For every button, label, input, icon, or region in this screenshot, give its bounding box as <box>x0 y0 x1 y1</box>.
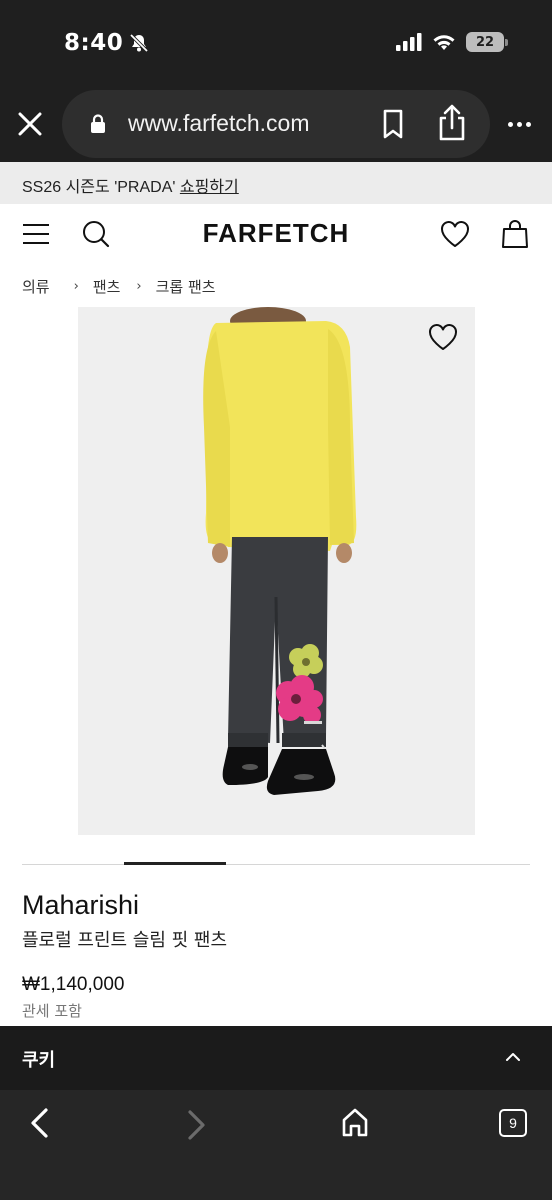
promo-message: SS26 시즌도 'PRADA' <box>22 179 180 196</box>
url-text[interactable]: www.farfetch.com <box>128 110 310 137</box>
browser-bottom-nav: 9 <box>0 1090 552 1200</box>
breadcrumb-item-clothing[interactable]: 의류 <box>22 276 50 297</box>
cookie-bar[interactable]: 쿠키 <box>0 1026 552 1090</box>
bag-icon[interactable] <box>500 218 530 250</box>
wifi-icon <box>433 35 455 50</box>
status-time: 8:40 <box>64 30 149 56</box>
wishlist-heart-icon[interactable] <box>428 323 458 351</box>
promo-text: SS26 시즌도 'PRADA' 쇼핑하기 <box>22 173 239 197</box>
share-icon[interactable] <box>436 104 468 142</box>
chevron-right-icon: › <box>73 279 79 294</box>
status-time-text: 8:40 <box>64 30 124 56</box>
more-icon[interactable] <box>508 112 536 136</box>
tab-count: 9 <box>509 1115 517 1131</box>
breadcrumb-item-pants[interactable]: 팬츠 <box>93 276 121 297</box>
lock-icon <box>91 114 105 133</box>
tax-note: 관세 포함 <box>22 1002 82 1020</box>
breadcrumb-item-cropped-pants[interactable]: 크롭 팬츠 <box>156 276 216 297</box>
chevron-right-icon: › <box>136 279 142 294</box>
browser-chrome: 8:40 22 www.farfetch.com <box>0 0 552 162</box>
product-photo <box>78 307 475 835</box>
address-bar[interactable]: www.farfetch.com <box>62 90 490 158</box>
heart-icon[interactable] <box>440 220 470 248</box>
promo-link[interactable]: 쇼핑하기 <box>180 179 239 196</box>
promo-banner[interactable]: SS26 시즌도 'PRADA' 쇼핑하기 <box>0 162 552 204</box>
breadcrumb: 의류 › 팬츠 › 크롭 팬츠 <box>22 276 216 297</box>
product-price: ₩1,140,000 <box>22 974 125 995</box>
close-icon[interactable] <box>16 110 44 138</box>
cookie-title: 쿠키 <box>22 1050 56 1071</box>
home-icon[interactable] <box>340 1106 370 1138</box>
battery-level: 22 <box>475 34 495 50</box>
status-indicators: 22 <box>396 32 508 52</box>
bell-slash-icon <box>129 33 149 53</box>
bookmark-icon[interactable] <box>378 108 408 140</box>
back-icon[interactable] <box>26 1106 52 1140</box>
tabs-icon[interactable]: 9 <box>499 1109 527 1137</box>
forward-icon[interactable] <box>184 1108 210 1142</box>
site-header: FARFETCH <box>0 204 552 264</box>
carousel-track <box>22 864 530 865</box>
product-name: 플로럴 프린트 슬림 핏 팬츠 <box>22 930 228 951</box>
carousel-active-indicator <box>124 862 226 865</box>
battery-icon: 22 <box>466 32 508 52</box>
product-brand[interactable]: Maharishi <box>22 890 139 921</box>
product-image[interactable] <box>78 307 475 835</box>
chevron-up-icon[interactable] <box>504 1050 522 1064</box>
signal-icon <box>396 33 422 51</box>
